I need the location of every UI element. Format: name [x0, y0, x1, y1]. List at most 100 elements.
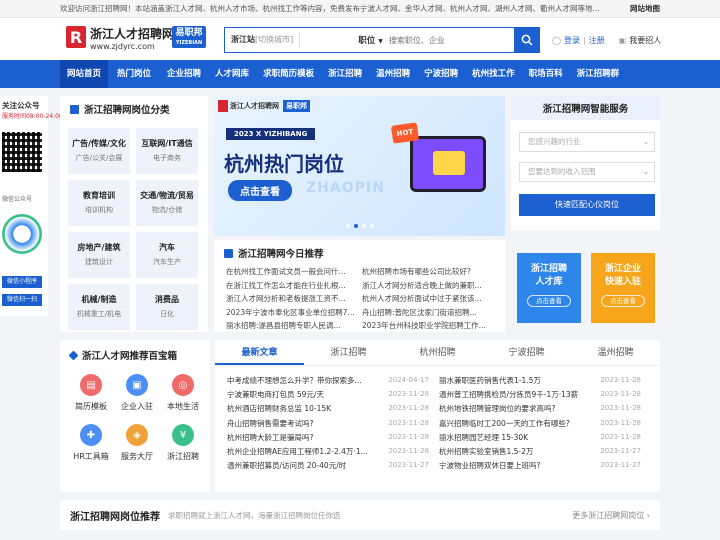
list-item[interactable]: 杭州招聘市场有哪些公司比较好? — [362, 266, 496, 279]
login-link[interactable]: 登录 — [564, 35, 580, 46]
list-item[interactable]: 温州兼职招募员/访问员 20-40元/时 2023-11-27 — [227, 459, 439, 472]
tile-button[interactable]: 点击查看 — [601, 295, 645, 307]
list-item[interactable]: 舟山招聘:普陀区沈家门街道招聘... — [362, 307, 496, 320]
tool-item[interactable]: ▤ 简历模板 — [68, 374, 114, 412]
scan-button[interactable]: 微信扫一扫 — [2, 294, 42, 306]
article-title: 杭州地铁招聘管理岗位的要求高吗? — [439, 404, 556, 414]
partner-logo[interactable]: 易职邦 YIZEBIAN — [172, 26, 206, 48]
category-card[interactable]: 汽车 汽车生产 — [136, 232, 198, 278]
carousel-dot[interactable] — [354, 224, 358, 228]
position-dropdown[interactable]: 职位 ▼ — [300, 34, 389, 46]
category-sub: 日化 — [160, 310, 174, 318]
list-item[interactable]: 2023年宁波市奉化区事业单位招聘77人 — [226, 307, 362, 320]
article-title: 丽水招聘园艺经理 15-30K — [439, 432, 529, 442]
nav-item[interactable]: 人才网库 — [208, 60, 256, 88]
category-sub: 电子商务 — [153, 154, 181, 162]
search-input[interactable] — [388, 35, 509, 45]
list-item[interactable]: 宁波物业招聘双休日要上班吗? 2023-11-27 — [439, 459, 651, 472]
list-item[interactable]: 2023年台州科技职业学院招聘工作... — [362, 320, 496, 333]
industry-placeholder: 您感兴趣的行业 — [528, 137, 581, 146]
list-item[interactable]: 浙江人才网分析和老板提涨工资不... — [226, 293, 362, 306]
talent-pool-tile[interactable]: 浙江招聘 人才库 点击查看 — [517, 253, 581, 323]
nav-item[interactable]: 职场百科 — [522, 60, 570, 88]
nav-item[interactable]: 企业招聘 — [160, 60, 208, 88]
nav-item[interactable]: 热门岗位 — [108, 60, 160, 88]
tab-wenzhou[interactable]: 温州招聘 — [571, 340, 660, 365]
category-card[interactable]: 互联网/IT通信 电子商务 — [136, 128, 198, 174]
carousel-dot[interactable] — [362, 224, 366, 228]
recruit-icon: ¥ — [172, 424, 194, 446]
list-item[interactable]: 在浙江找工作怎么才能在行业扎根... — [226, 280, 362, 293]
category-card[interactable]: 交通/物流/贸易 物流/仓储 — [136, 180, 198, 226]
tab-ningbo[interactable]: 宁波招聘 — [482, 340, 571, 365]
list-item[interactable]: 杭州酒店招聘财务总监 10-15K 2023-11-28 — [227, 402, 439, 415]
search-button[interactable] — [514, 27, 540, 53]
tab-zhejiang[interactable]: 浙江招聘 — [304, 340, 393, 365]
station-switch[interactable]: 浙江站[切换城市] — [225, 33, 301, 47]
category-card[interactable]: 消费品 日化 — [136, 284, 198, 330]
tool-item[interactable]: ◈ 服务大厅 — [114, 424, 160, 462]
tool-item[interactable]: ¥ 浙江招聘 — [160, 424, 206, 462]
smart-service-panel: 浙江招聘网智能服务 您感兴趣的行业 ⌄ 您要达到的收入范围 ⌄ 快速匹配心仪岗位 — [511, 96, 660, 230]
banner-cta-button[interactable]: 点击查看 — [228, 180, 292, 201]
tab-latest[interactable]: 最新文章 — [215, 340, 304, 365]
chevron-down-icon: ⌄ — [642, 137, 649, 146]
list-item[interactable]: 丽水招聘:遂昌县招聘专职人民调... — [226, 320, 362, 333]
list-item[interactable]: 中考成绩不理想怎么升学？带你探索多... 2024-04-17 — [227, 374, 439, 387]
category-card[interactable]: 房地产/建筑 建筑设计 — [68, 232, 130, 278]
tool-item[interactable]: ◎ 本地生活 — [160, 374, 206, 412]
category-name: 广告/传媒/文化 — [72, 139, 126, 148]
list-item[interactable]: 杭州企业招聘AE应用工程师1.2-2.4万·1... 2023-11-28 — [227, 445, 439, 458]
list-item[interactable]: 杭州地铁招聘管理岗位的要求高吗? 2023-11-28 — [439, 402, 651, 415]
register-link[interactable]: 注册 — [589, 35, 605, 46]
more-link[interactable]: 更多浙江招聘网岗位 › — [572, 510, 650, 521]
nav-item[interactable]: 浙江招聘 — [321, 60, 369, 88]
list-item[interactable]: 杭州招聘实验室销售1.5-2万 2023-11-27 — [439, 445, 651, 458]
category-card[interactable]: 机械/制造 机械重工/机电 — [68, 284, 130, 330]
logo-name[interactable]: 浙江人才招聘网 — [90, 25, 174, 42]
tile-button[interactable]: 点击查看 — [527, 295, 571, 307]
tile-title-text: 人才库 — [535, 277, 563, 287]
list-item[interactable]: 丽水兼职医药销售代表1-1.5万 2023-11-28 — [439, 374, 651, 387]
nav-item[interactable]: 宁波招聘 — [417, 60, 465, 88]
carousel-dot[interactable] — [370, 224, 374, 228]
nav-item[interactable]: 温州招聘 — [369, 60, 417, 88]
match-button[interactable]: 快速匹配心仪岗位 — [519, 194, 655, 216]
tool-item[interactable]: ▣ 企业入驻 — [114, 374, 160, 412]
mini-program-icon — [2, 214, 42, 254]
tile-title: 浙江招聘 人才库 — [517, 263, 581, 289]
list-item[interactable]: 浙江人才网分析适合晚上做的兼职... — [362, 280, 496, 293]
sitemap-link[interactable]: 网站地图 — [630, 3, 660, 14]
recruit-link[interactable]: ▣ 我要招人 — [619, 35, 662, 46]
nav-item[interactable]: 网站首页 — [60, 60, 109, 88]
category-card[interactable]: 教育培训 培训机构 — [68, 180, 130, 226]
nav-item[interactable]: 杭州找工作 — [465, 60, 522, 88]
list-item[interactable]: 在杭州找工作面试文员一般会问什... — [226, 266, 362, 279]
article-title: 丽水兼职医药销售代表1-1.5万 — [439, 376, 541, 385]
list-item[interactable]: 嘉兴招聘临时工200一天的工作有哪些? 2023-11-28 — [439, 417, 651, 430]
list-item[interactable]: 宁波兼职电商打包员 59元/天 2023-11-28 — [227, 388, 439, 401]
carousel-dot[interactable] — [346, 224, 350, 228]
today-panel: 浙江招聘网今日推荐 在杭州找工作面试文员一般会问什... 杭州招聘市场有哪些公司… — [214, 240, 505, 332]
list-item[interactable]: 杭州人才网分析面试中过于紧张该... — [362, 293, 496, 306]
list-item[interactable]: 杭州招聘大龄工是骗局吗? 2023-11-28 — [227, 431, 439, 444]
income-select[interactable]: 您要达到的收入范围 ⌄ — [519, 162, 655, 182]
logo-icon — [218, 100, 228, 112]
article-date: 2023-11-28 — [600, 376, 641, 384]
nav-item[interactable]: 浙江招聘群 — [570, 60, 627, 88]
hero-banner[interactable]: 浙江人才招聘网 易职邦 2023 X YIZHIBANG 杭州热门岗位 点击查看 … — [214, 96, 505, 236]
company-join-tile[interactable]: 浙江企业 快速入驻 点击查看 — [591, 253, 655, 323]
position-label: 职位 — [358, 36, 376, 46]
tool-label: HR工具箱 — [73, 452, 109, 461]
industry-select[interactable]: 您感兴趣的行业 ⌄ — [519, 132, 655, 152]
tab-hangzhou[interactable]: 杭州招聘 — [393, 340, 482, 365]
tool-item[interactable]: ✚ HR工具箱 — [68, 424, 114, 462]
category-card[interactable]: 广告/传媒/文化 广告/公关/会展 — [68, 128, 130, 174]
list-item[interactable]: 温州普工招聘携检员/分拣员9千-1万·13薪 2023-11-28 — [439, 388, 651, 401]
mini-program-button[interactable]: 微信小程序 — [2, 276, 42, 288]
list-item[interactable]: 丽水招聘园艺经理 15-30K 2023-11-28 — [439, 431, 651, 444]
category-name: 机械/制造 — [81, 295, 117, 304]
list-item[interactable]: 舟山招聘销售需要考试吗? 2023-11-28 — [227, 417, 439, 430]
nav-item[interactable]: 求职简历模板 — [256, 60, 321, 88]
logo-icon[interactable]: R — [66, 26, 86, 48]
